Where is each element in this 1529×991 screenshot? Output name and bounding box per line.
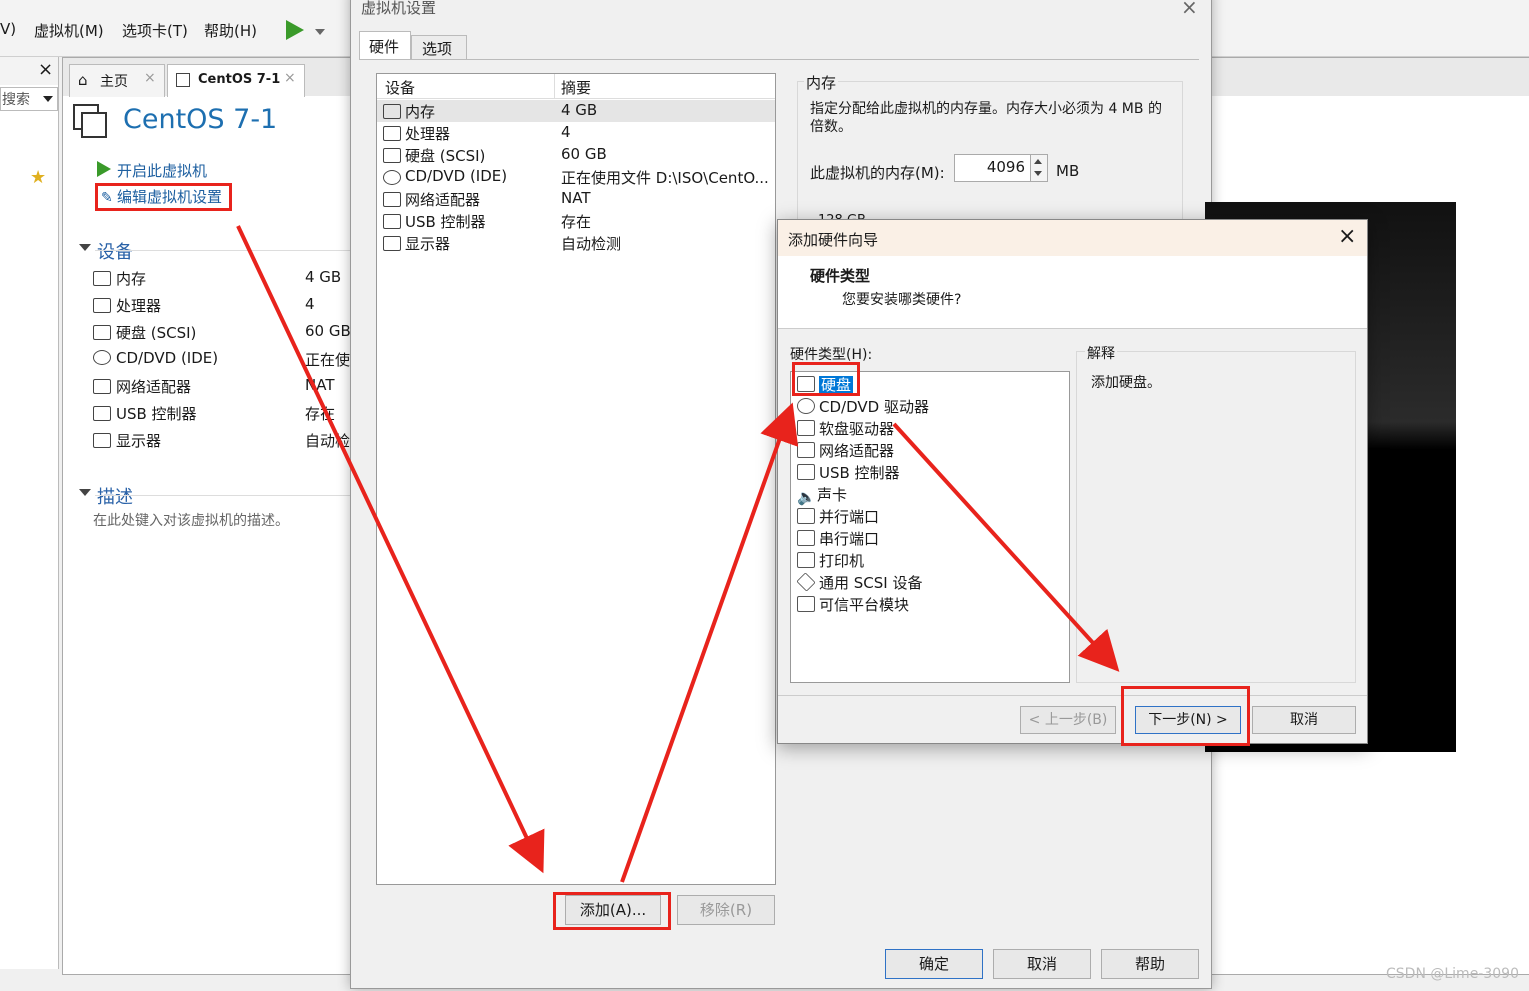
arrow-to-harddisk — [620, 402, 799, 883]
watermark: CSDN @Lime-3090 — [1386, 966, 1519, 982]
annotation-arrows — [236, 225, 1120, 883]
arrow-to-add — [236, 225, 545, 874]
arrow-to-next — [892, 422, 1120, 672]
